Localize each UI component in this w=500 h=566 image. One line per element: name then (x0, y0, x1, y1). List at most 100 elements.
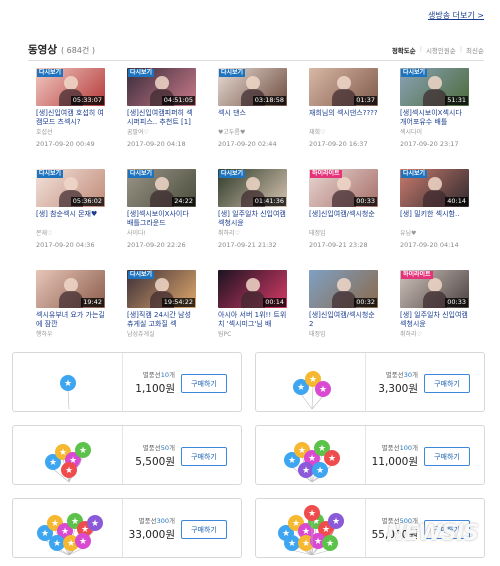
video-card[interactable]: 다시보기 51:31 [생]섹시보이X섹시다 개어포유수 배틀 섹시다이 2017-09… (400, 68, 469, 169)
video-thumbnail[interactable]: 다시보기 40:14 (400, 169, 469, 207)
replay-badge: 다시보기 (37, 69, 64, 77)
video-author[interactable]: 행하우 (36, 331, 105, 339)
video-author[interactable]: 유님♥ (400, 230, 469, 238)
video-thumbnail[interactable]: 다시보기 05:36:02 (36, 169, 105, 207)
product-quantity: 별풍선300개 (139, 515, 175, 525)
video-duration: 00:32 (354, 298, 377, 307)
video-card[interactable]: 다시보기 04:51:05 [생]신입여캠피퍼히 섹시퍼피스.. 추천트 [1] 꿈팔… (127, 68, 196, 169)
video-title[interactable]: 아시아 서버 1위!! 트위치 '섹시미그'님 배 (218, 311, 287, 329)
video-author[interactable]: 꿈팔여♡ (127, 129, 196, 137)
buy-button[interactable]: 구매하기 (181, 374, 227, 393)
video-thumbnail[interactable]: 하이라이트 00:33 (400, 270, 469, 308)
video-title[interactable]: [생]섹시보이X섹시다 개어포유수 배틀 (400, 109, 469, 127)
video-author[interactable]: 취하리♡ (218, 230, 287, 238)
video-author[interactable]: 몬재♡ (36, 230, 105, 238)
thumbnail-body (331, 89, 356, 106)
star-icon: ★ (91, 519, 99, 529)
star-icon: ★ (318, 444, 326, 454)
video-duration: 00:33 (354, 197, 377, 206)
video-card[interactable]: 01:37 재희님의 섹시댄스???? 재희♡ 2017-09-20 16:37 (309, 68, 378, 169)
video-author[interactable]: 팀PC (218, 331, 287, 339)
product-count: 30 (403, 370, 413, 379)
video-author[interactable]: ♥고두름♥ (218, 129, 287, 137)
buy-button[interactable]: 구매하기 (424, 447, 470, 466)
video-thumbnail[interactable]: 01:37 (309, 68, 378, 106)
video-author[interactable]: 호섭선 (36, 129, 105, 137)
thumbnail-figure (63, 177, 78, 191)
video-duration: 05:33:07 (70, 96, 104, 105)
product-info: 별풍선10개 1,100원 (125, 353, 181, 411)
thumbnail-figure (63, 278, 78, 292)
product-info: 별풍선50개 5,500원 (125, 426, 181, 484)
video-date: 2017-09-20 04:18 (127, 140, 186, 148)
video-author[interactable]: 사이다! (127, 230, 196, 238)
video-thumbnail[interactable]: 다시보기 03:18:58 (218, 68, 287, 106)
video-title[interactable]: [생]신입여캠 호섭히 여캠모드 츠섹시? (36, 109, 105, 127)
video-card[interactable]: 다시보기 24:22 [생]섹시보이X사이다 배틀그라운드 사이다! 2017-09-2… (127, 169, 196, 270)
more-live-link[interactable]: 생방송 더보기 > (428, 10, 484, 21)
video-author[interactable]: 재희♡ (309, 129, 378, 137)
balloon-image: ★ ★ ★ (256, 353, 366, 411)
video-author[interactable]: 취하리♡ (400, 331, 469, 339)
video-card[interactable]: 다시보기 01:41:36 [생] 일주일차 신입여캠 섹청시윤 취하리♡ 2017-0… (218, 169, 287, 270)
video-title[interactable]: [생]신입여캠/섹시청순 (309, 210, 378, 228)
product-price: 3,300원 (378, 382, 418, 395)
replay-badge: 다시보기 (401, 69, 428, 77)
video-title[interactable]: [생] 일주일차 신입여캠 섹청시윤 (400, 311, 469, 329)
video-title[interactable]: [생]신입여캠/섹시청순2 (309, 311, 378, 329)
video-author[interactable]: 태정임 (309, 230, 378, 238)
video-thumbnail[interactable]: 다시보기 19:54:22 (127, 270, 196, 308)
video-author[interactable]: 태정임 (309, 331, 378, 339)
result-count: ( 684건 ) (60, 46, 95, 55)
video-duration: 24:22 (172, 197, 195, 206)
product-label: 별풍선 (381, 443, 400, 452)
video-date: 2017-09-20 04:14 (400, 241, 459, 249)
sort-latest[interactable]: 최신순 (466, 45, 484, 55)
video-title[interactable]: [생] 일주일차 신입여캠 섹청시윤 (218, 210, 287, 228)
video-title[interactable]: 섹시 댄스 (218, 109, 287, 127)
balloon-image: ★ ★ ★ ★ ★ ★ ★ (256, 426, 366, 484)
star-icon: ★ (79, 537, 87, 547)
video-thumbnail[interactable]: 다시보기 04:51:05 (127, 68, 196, 106)
thumbnail-body (331, 291, 356, 308)
video-title[interactable]: [생]직캠 24시간 남성츄게실 고화질 섹 (127, 311, 196, 329)
sort-accuracy[interactable]: 정확도순 (392, 45, 416, 55)
video-thumbnail[interactable]: 00:32 (309, 270, 378, 308)
buy-button[interactable]: 구매하기 (181, 520, 227, 539)
star-icon: ★ (64, 379, 72, 389)
product-unit: 개 (169, 443, 175, 452)
video-thumbnail[interactable]: 다시보기 01:41:36 (218, 169, 287, 207)
video-author[interactable]: 섹시다이 (400, 129, 469, 137)
video-card[interactable]: 다시보기 40:14 [생] 밀키한 섹시함.. 유님♥ 2017-09-20 04:1… (400, 169, 469, 270)
video-title[interactable]: 재희님의 섹시댄스???? (309, 109, 378, 127)
star-icon: ★ (308, 509, 316, 519)
video-card[interactable]: 하이라이트 00:33 [생]신입여캠/섹시청순 태정임 2017-09-21 23:2… (309, 169, 378, 270)
video-thumbnail[interactable]: 다시보기 51:31 (400, 68, 469, 106)
video-title[interactable]: [생]신입여캠피퍼히 섹시퍼피스.. 추천트 [1] (127, 109, 196, 127)
video-card[interactable]: 다시보기 05:33:07 [생]신입여캠 호섭히 여캠모드 츠섹시? 호섭선 2017… (36, 68, 105, 169)
thumbnail-body (422, 291, 447, 308)
video-thumbnail[interactable]: 다시보기 24:22 (127, 169, 196, 207)
video-duration: 01:41:36 (252, 197, 286, 206)
video-thumbnail[interactable]: 19:42 (36, 270, 105, 308)
video-author[interactable]: 남성츄게실 (127, 331, 196, 339)
video-thumbnail[interactable]: 다시보기 05:33:07 (36, 68, 105, 106)
thumbnail-body (422, 89, 447, 106)
video-title[interactable]: [생] 밀키한 섹시함.. (400, 210, 469, 228)
video-card[interactable]: 다시보기 05:36:02 [생] 참순섹시 몬재♥ 몬재♡ 2017-09-20 04… (36, 169, 105, 270)
video-title[interactable]: [생] 참순섹시 몬재♥ (36, 210, 105, 228)
thumbnail-body (58, 291, 83, 308)
video-thumbnail[interactable]: 하이라이트 00:33 (309, 169, 378, 207)
video-title[interactable]: 섹시유부녀 요가 가는길에 잠깐 (36, 311, 105, 329)
product-info: 별풍선100개 11,000원 (368, 426, 424, 484)
video-card[interactable]: 다시보기 03:18:58 섹시 댄스 ♥고두름♥ 2017-09-20 02:44 (218, 68, 287, 169)
video-thumbnail[interactable]: 00:14 (218, 270, 287, 308)
thumbnail-figure (336, 76, 351, 90)
product-info: 별풍선30개 3,300원 (368, 353, 424, 411)
buy-button[interactable]: 구매하기 (181, 447, 227, 466)
replay-badge: 다시보기 (128, 69, 155, 77)
video-title[interactable]: [생]섹시보이X사이다 배틀그라운드 (127, 210, 196, 228)
star-icon: ★ (302, 466, 310, 476)
buy-button[interactable]: 구매하기 (424, 374, 470, 393)
sort-viewers[interactable]: 시청인원순 (426, 45, 456, 55)
